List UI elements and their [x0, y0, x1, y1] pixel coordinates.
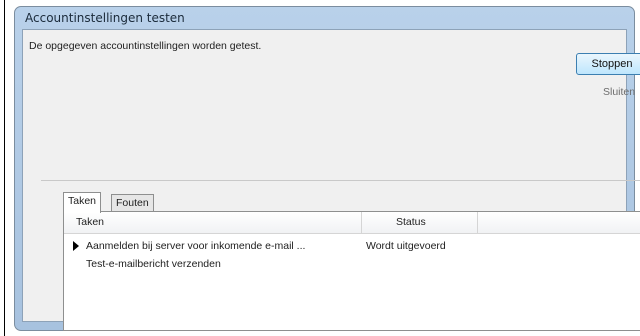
column-header-tasks[interactable]: Taken [76, 216, 104, 228]
tab-errors[interactable]: Fouten [111, 194, 154, 212]
left-frame-line [4, 0, 5, 336]
task-name: Aanmelden bij server voor inkomende e-ma… [86, 240, 306, 252]
tasks-panel: Taken Status Aanmelden bij server voor i… [63, 211, 640, 331]
column-divider[interactable] [477, 212, 478, 233]
separator [41, 180, 640, 181]
table-header: Taken Status [64, 212, 640, 234]
close-button[interactable]: Sluiten [603, 86, 635, 98]
test-account-settings-dialog: Accountinstellingen testen De opgegeven … [14, 6, 640, 331]
window-title: Accountinstellingen testen [25, 11, 185, 25]
table-row[interactable]: Test-e-mailbericht verzenden [64, 256, 640, 272]
column-header-status[interactable]: Status [396, 216, 426, 228]
dialog-client-area: De opgegeven accountinstellingen worden … [22, 29, 640, 331]
task-status: Wordt uitgevoerd [366, 240, 446, 252]
tab-tasks[interactable]: Taken [63, 192, 102, 213]
current-task-arrow-icon [73, 241, 79, 251]
task-name: Test-e-mailbericht verzenden [86, 258, 221, 270]
stop-button[interactable]: Stoppen [576, 53, 640, 75]
table-row[interactable]: Aanmelden bij server voor inkomende e-ma… [64, 238, 640, 254]
column-divider[interactable] [361, 212, 362, 233]
status-message: De opgegeven accountinstellingen worden … [29, 40, 262, 52]
